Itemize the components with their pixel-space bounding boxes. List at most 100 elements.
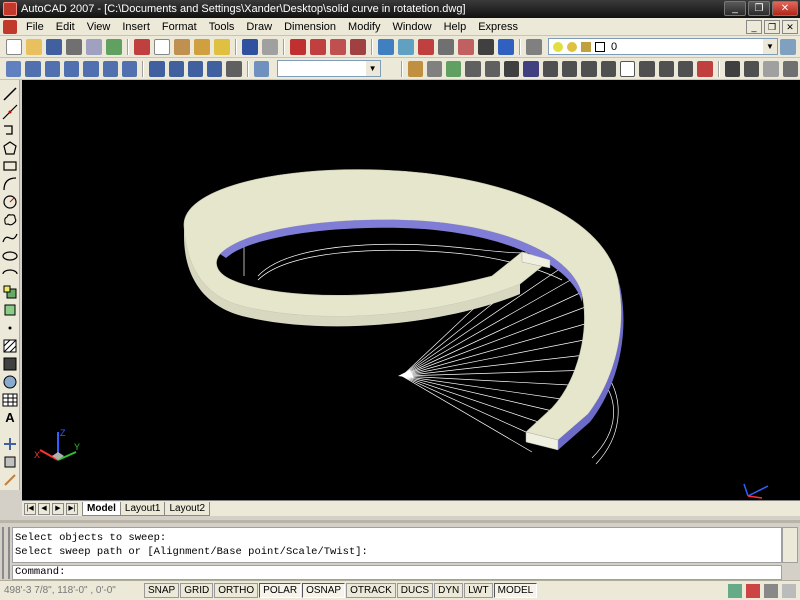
ortho-toggle[interactable]: ORTHO [214, 583, 259, 598]
command-scrollbar[interactable] [782, 527, 798, 563]
sketch-icon[interactable] [2, 472, 18, 488]
region-icon[interactable] [2, 374, 18, 390]
save-icon[interactable] [46, 38, 62, 55]
otrack-toggle[interactable]: OTRACK [346, 583, 396, 598]
ducs-toggle[interactable]: DUCS [396, 583, 434, 598]
model-toggle[interactable]: MODEL [493, 583, 538, 598]
gradient-icon[interactable] [2, 356, 18, 372]
sw-isometric-icon[interactable] [149, 60, 165, 77]
coordinate-readout[interactable]: 498'-3 7/8", 118'-0" , 0'-0" [0, 585, 144, 596]
plot-preview-icon[interactable] [86, 38, 102, 55]
join-icon[interactable] [639, 60, 655, 77]
publish-icon[interactable] [106, 38, 122, 55]
table-icon[interactable] [2, 392, 18, 408]
menu-help[interactable]: Help [438, 18, 473, 36]
multiline-text-icon[interactable]: A [2, 410, 18, 426]
tab-model[interactable]: Model [82, 501, 121, 516]
revision-cloud-icon[interactable] [2, 212, 18, 228]
document-icon[interactable] [3, 19, 17, 34]
view-left-icon[interactable] [63, 60, 80, 77]
design-center-icon[interactable] [398, 38, 414, 55]
undo-icon[interactable] [242, 38, 258, 55]
scale-icon[interactable] [542, 60, 559, 77]
ellipse-arc-icon[interactable] [2, 266, 18, 282]
menu-edit[interactable]: Edit [50, 18, 81, 36]
layer-previous-icon[interactable] [780, 38, 796, 55]
text-style-icon[interactable] [724, 60, 740, 77]
menu-insert[interactable]: Insert [116, 18, 156, 36]
doc-close-button[interactable]: ✕ [782, 20, 798, 34]
rotate-icon[interactable] [523, 60, 539, 77]
modify-extra-icon[interactable] [2, 436, 18, 452]
prev-tab-icon[interactable]: ◀ [38, 502, 50, 515]
chevron-down-icon[interactable]: ▼ [365, 61, 380, 76]
view-top-icon[interactable] [25, 60, 41, 77]
break-icon[interactable] [619, 60, 636, 77]
fillet-icon[interactable] [678, 60, 694, 77]
zoom-window-icon[interactable] [330, 38, 346, 55]
first-tab-icon[interactable]: |◀ [24, 502, 36, 515]
new-icon[interactable] [6, 38, 22, 55]
chamfer-icon[interactable] [658, 60, 674, 77]
polygon-icon[interactable] [2, 140, 18, 156]
view-back-icon[interactable] [121, 60, 138, 77]
hatch-icon[interactable] [2, 338, 18, 354]
properties-icon[interactable] [378, 38, 394, 55]
next-tab-icon[interactable]: ▶ [52, 502, 64, 515]
mirror-icon[interactable] [446, 60, 462, 77]
view-right-icon[interactable] [83, 60, 99, 77]
status-menu-icon[interactable] [764, 584, 778, 598]
copy-icon[interactable] [154, 38, 170, 55]
tool-palettes-icon[interactable] [418, 38, 434, 55]
zoom-realtime-icon[interactable] [310, 38, 326, 55]
pan-icon[interactable] [290, 38, 306, 55]
3d-box-icon[interactable] [743, 60, 760, 77]
menu-dimension[interactable]: Dimension [278, 18, 342, 36]
stretch-icon[interactable] [562, 60, 578, 77]
paste-icon[interactable] [174, 38, 190, 55]
chevron-down-icon[interactable]: ▼ [763, 39, 777, 54]
move-icon[interactable] [504, 60, 520, 77]
menu-tools[interactable]: Tools [203, 18, 241, 36]
doc-minimize-button[interactable]: _ [746, 20, 762, 34]
sheet-set-icon[interactable] [438, 38, 454, 55]
open-icon[interactable] [26, 38, 42, 55]
tab-layout2[interactable]: Layout2 [164, 501, 211, 516]
lwt-toggle[interactable]: LWT [464, 583, 493, 598]
nw-isometric-icon[interactable] [207, 60, 223, 77]
osnap-toggle[interactable]: OSNAP [302, 583, 346, 598]
insert-block-icon[interactable] [2, 284, 18, 300]
copy-object-icon[interactable] [426, 60, 443, 77]
trim-icon[interactable] [581, 60, 597, 77]
command-window-grip[interactable] [2, 527, 10, 579]
named-views-icon[interactable] [253, 60, 270, 77]
ellipse-icon[interactable] [2, 248, 18, 264]
rectangle-icon[interactable] [2, 158, 18, 174]
make-block-icon[interactable] [2, 302, 18, 318]
snap-toggle[interactable]: SNAP [144, 583, 180, 598]
communication-center-icon[interactable] [728, 584, 742, 598]
drawing-viewport[interactable]: Z Y X [22, 80, 800, 500]
se-isometric-icon[interactable] [168, 60, 184, 77]
erase-icon[interactable] [407, 60, 423, 77]
view-dropdown[interactable]: ▼ [277, 60, 381, 77]
lock-toolbar-icon[interactable] [746, 584, 760, 598]
menu-window[interactable]: Window [386, 18, 437, 36]
menu-modify[interactable]: Modify [342, 18, 386, 36]
camera-icon[interactable] [226, 60, 242, 77]
menu-express[interactable]: Express [472, 18, 524, 36]
render-icon[interactable] [782, 60, 798, 77]
restore-button[interactable]: ❐ [748, 1, 770, 16]
polar-toggle[interactable]: POLAR [259, 583, 302, 598]
layer-manager-icon[interactable] [526, 38, 542, 55]
calculator-icon[interactable] [478, 38, 494, 55]
minimize-button[interactable]: _ [724, 1, 746, 16]
polyline-icon[interactable] [2, 122, 18, 138]
block-editor-icon[interactable] [214, 38, 230, 55]
view-front-icon[interactable] [102, 60, 118, 77]
point-icon[interactable] [2, 320, 18, 336]
explode-icon[interactable] [697, 60, 713, 77]
grid-toggle[interactable]: GRID [180, 583, 214, 598]
help-icon[interactable] [498, 38, 514, 55]
layer-dropdown[interactable]: 0 ▼ [548, 38, 778, 55]
